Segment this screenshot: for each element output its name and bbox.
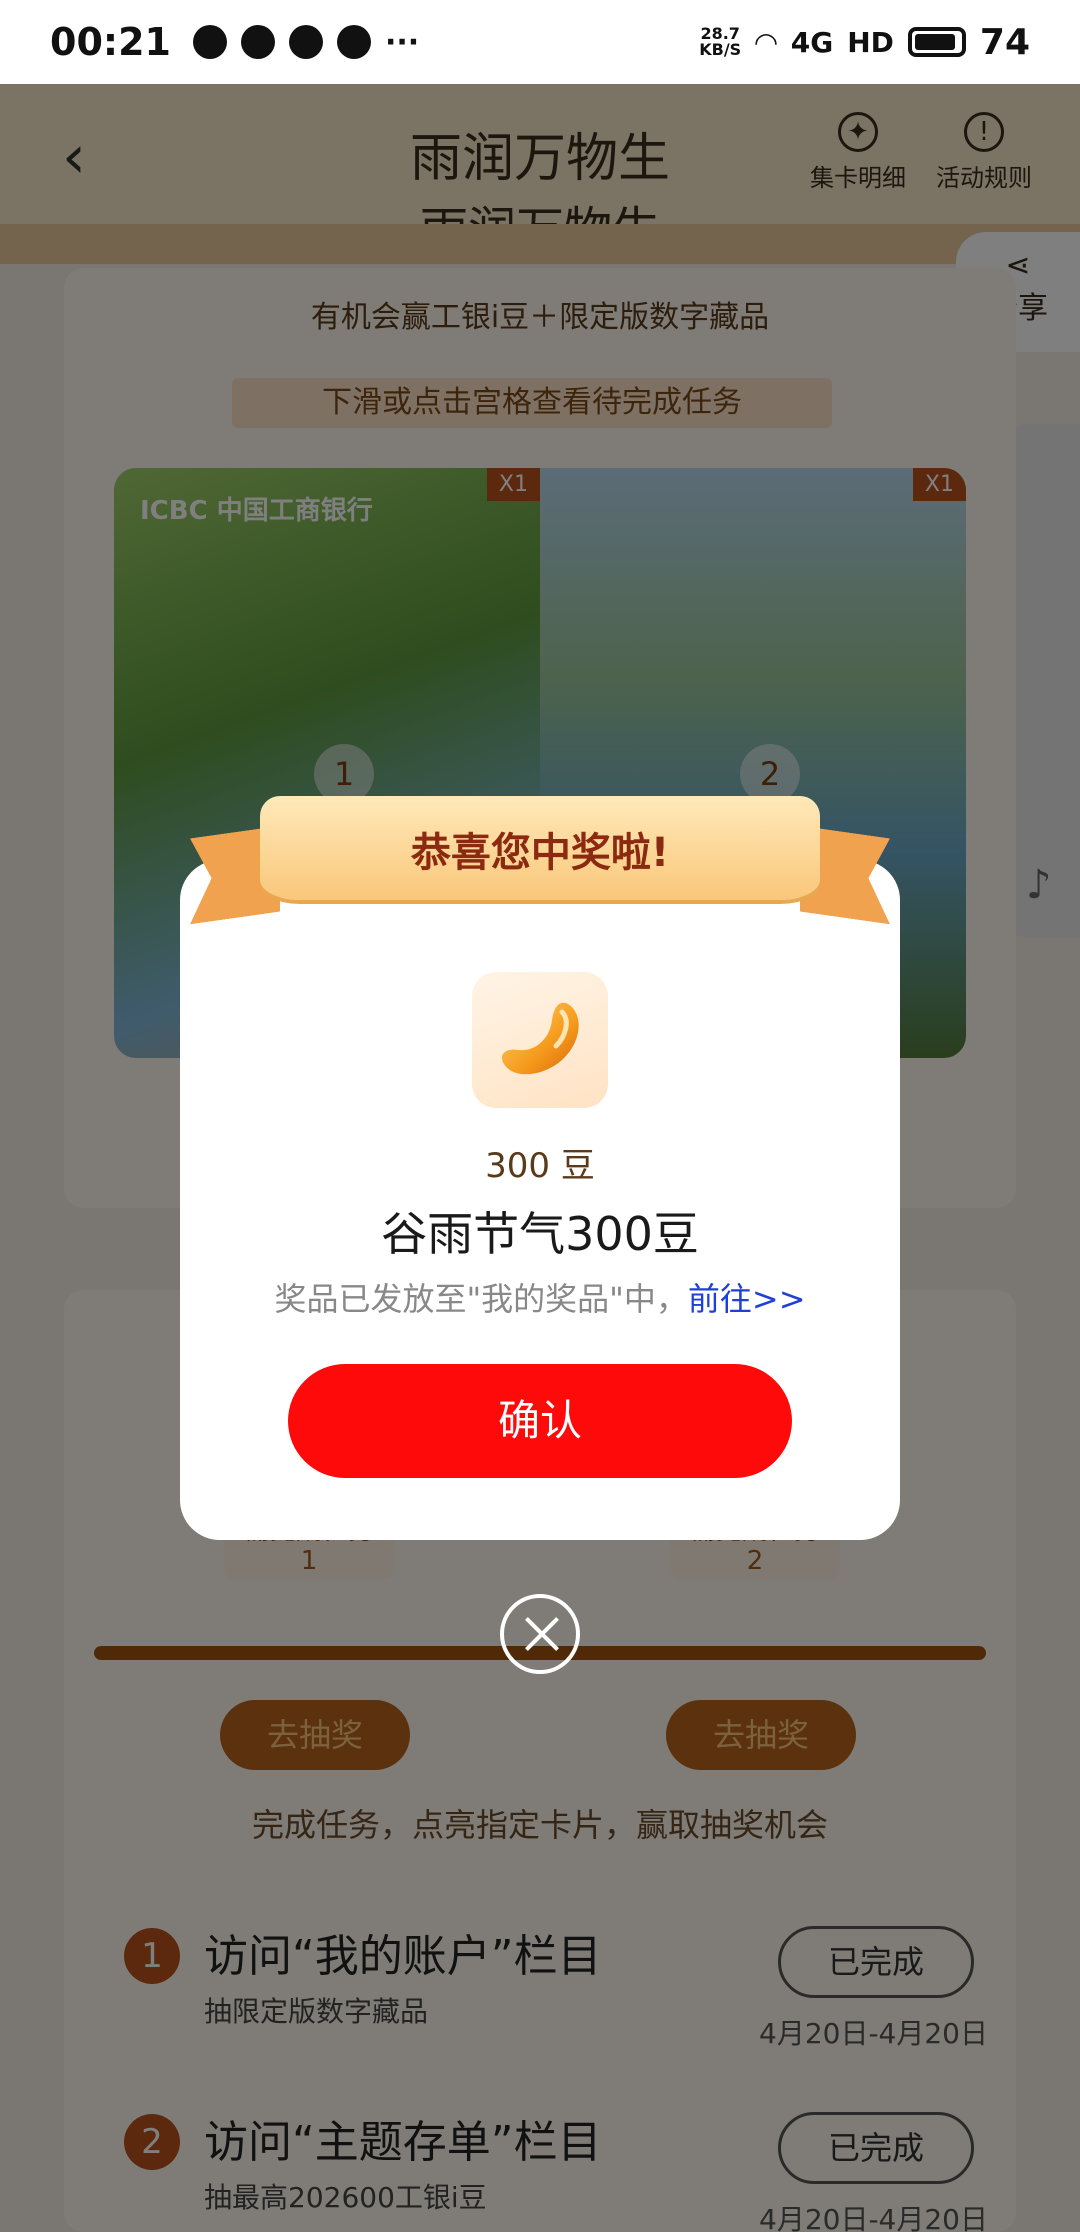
network-type: 4G <box>790 25 834 59</box>
go-link[interactable]: 前往>> <box>688 1280 806 1318</box>
shield-icon <box>288 25 323 59</box>
hd-badge: HD <box>847 25 894 59</box>
battery-level: 74 <box>979 21 1030 63</box>
chat-icon <box>192 25 227 59</box>
close-icon[interactable] <box>500 1594 580 1674</box>
wifi-icon: ◠ <box>755 25 777 59</box>
prize-sent-text: 奖品已发放至"我的奖品"中，前往>> <box>274 1280 806 1318</box>
prize-amount: 300 豆 <box>485 1146 595 1186</box>
prize-name: 谷雨节气300豆 <box>381 1207 699 1261</box>
message-icon <box>240 25 275 59</box>
network-speed: 28.7 KB/S <box>699 24 742 59</box>
notification-icons: ··· <box>192 24 420 60</box>
more-notifications-icon: ··· <box>384 24 420 60</box>
status-bar: 00:21 ··· 28.7 KB/S ◠ 4G HD 74 <box>0 0 1080 84</box>
status-time: 00:21 <box>50 20 171 64</box>
paw-icon <box>336 25 371 59</box>
bean-graphic <box>501 1002 579 1075</box>
confirm-button[interactable]: 确认 <box>288 1364 792 1478</box>
ribbon-title: 恭喜您中奖啦! <box>410 830 670 876</box>
battery-icon <box>907 27 966 57</box>
prize-ribbon: 恭喜您中奖啦! <box>200 796 880 926</box>
prize-dialog: 300 豆 谷雨节气300豆 奖品已发放至"我的奖品"中，前往>> 确认 <box>180 860 900 1540</box>
bean-icon <box>472 972 608 1108</box>
